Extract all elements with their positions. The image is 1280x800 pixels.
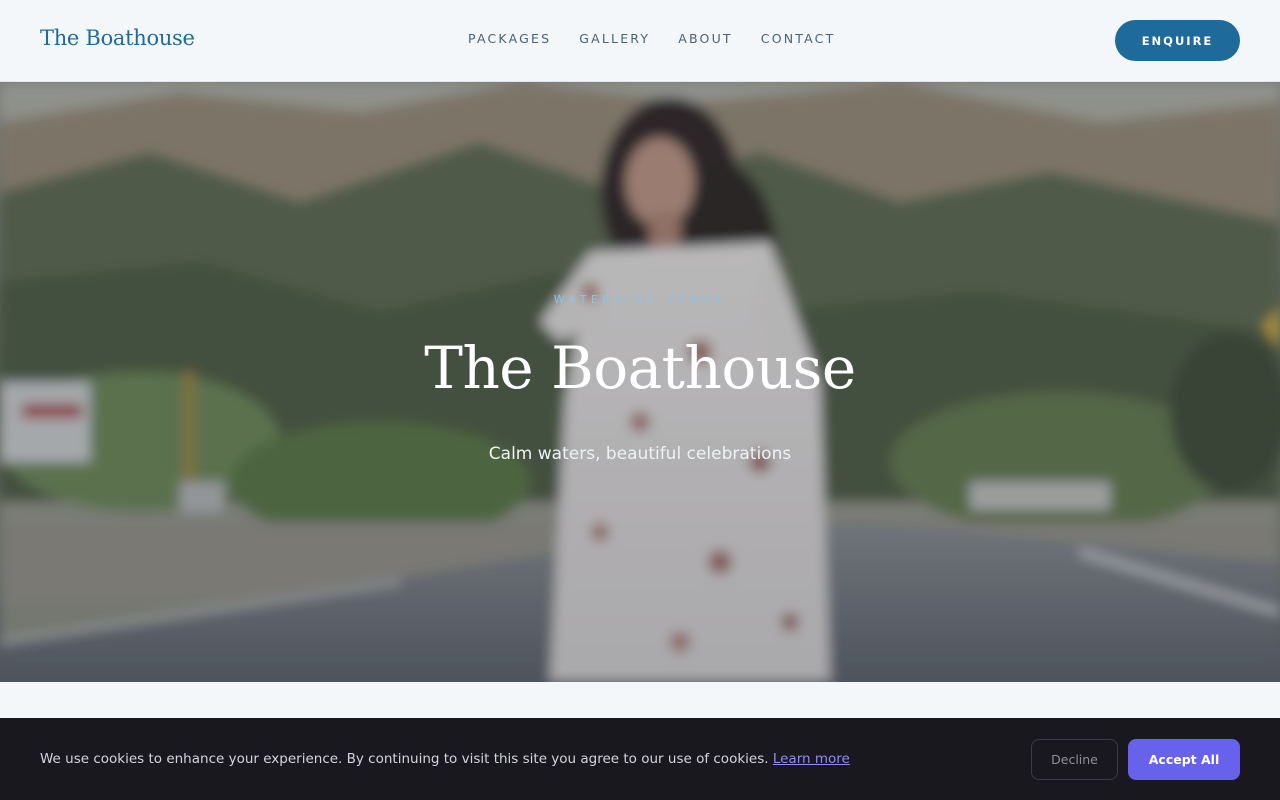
hero-subtitle: Calm waters, beautiful celebrations [488,444,792,464]
content-band [0,682,1280,718]
main-nav: PACKAGES GALLERY ABOUT CONTACT [468,31,835,46]
hero-eyebrow: WATERSIDE VENUE [553,293,727,306]
cookie-message-text: We use cookies to enhance your experienc… [40,751,773,767]
nav-item-contact[interactable]: CONTACT [761,31,836,46]
hero-title: The Boathouse [424,334,856,402]
accept-all-button[interactable]: Accept All [1128,739,1240,780]
learn-more-link[interactable]: Learn more [773,751,850,767]
decline-button[interactable]: Decline [1031,739,1118,780]
cookie-message: We use cookies to enhance your experienc… [40,751,850,767]
site-header: The Boathouse PACKAGES GALLERY ABOUT CON… [0,0,1280,82]
site-logo[interactable]: The Boathouse [40,26,195,50]
enquire-button[interactable]: ENQUIRE [1115,20,1240,61]
nav-item-gallery[interactable]: GALLERY [579,31,650,46]
nav-item-about[interactable]: ABOUT [678,31,733,46]
nav-item-packages[interactable]: PACKAGES [468,31,551,46]
cookie-banner: We use cookies to enhance your experienc… [0,718,1280,800]
hero-section: WATERSIDE VENUE The Boathouse Calm water… [0,82,1280,682]
